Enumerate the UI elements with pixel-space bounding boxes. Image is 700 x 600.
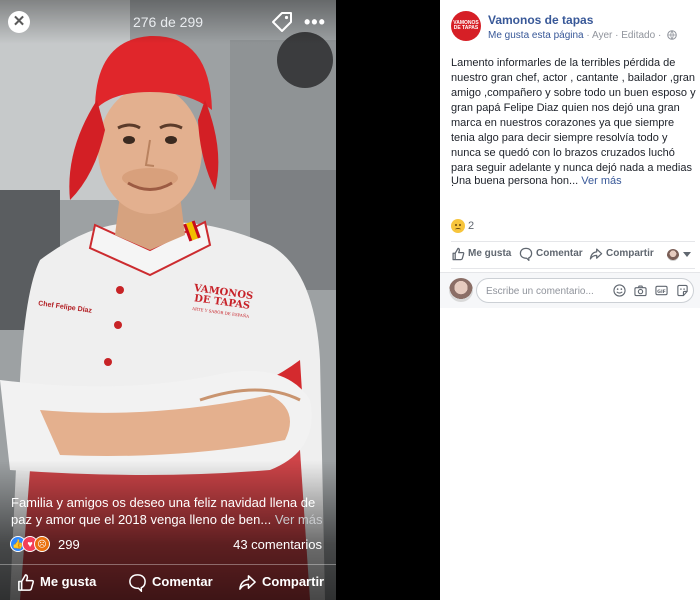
meta-separator: ·: [583, 30, 592, 41]
thumbs-up-icon: [452, 247, 465, 261]
post-share-label: Compartir: [606, 248, 654, 259]
post-body-truncated: Una buena persona hon... Ver más: [451, 174, 697, 189]
viewer-comments-count[interactable]: 43 comentarios: [233, 537, 322, 552]
photo-caption: Familia y amigos os deseo una feliz navi…: [11, 494, 329, 528]
sticker-icon[interactable]: [676, 284, 689, 297]
reaction-audience-selector[interactable]: [665, 248, 695, 262]
like-page-link[interactable]: Me gusta esta página: [488, 30, 584, 41]
share-icon: [239, 575, 256, 590]
viewer-top-bar: ✕ 276 de 299 •••: [0, 0, 336, 44]
viewer-separator: [336, 0, 440, 600]
camera-icon[interactable]: [634, 284, 647, 297]
comment-input[interactable]: [486, 284, 606, 298]
post-body: Lamento informarles de la terribles pérd…: [451, 57, 696, 189]
user-avatar[interactable]: [449, 278, 473, 302]
thumbs-up-icon: [18, 574, 34, 591]
post-like-label: Me gusta: [468, 248, 512, 259]
tag-icon[interactable]: [270, 10, 294, 34]
viewer-actions-bar: Me gusta Comentar Compartir: [0, 564, 336, 600]
share-icon: [589, 248, 603, 260]
comment-composer: GIF: [440, 272, 700, 308]
photo-viewer-app: Chef Felipe Díaz VAMONOS DE TAPAS ARTE Y…: [0, 0, 700, 600]
page-name-link[interactable]: Vamonos de tapas: [488, 13, 593, 27]
meta-separator-3: ·: [655, 30, 665, 41]
post-actions-bar: Me gusta Comentar Compartir: [451, 244, 695, 266]
viewer-share-label: Compartir: [262, 574, 325, 589]
gif-icon[interactable]: GIF: [655, 284, 668, 297]
viewer-like-label: Me gusta: [40, 574, 97, 589]
post-time[interactable]: Ayer: [592, 30, 612, 41]
svg-text:GIF: GIF: [657, 289, 666, 295]
post-body-2: Una buena persona hon...: [451, 175, 579, 187]
caption-see-more-link[interactable]: Ver más: [275, 512, 323, 527]
viewer-comment-label: Comentar: [152, 574, 213, 589]
divider-bottom: [451, 268, 695, 269]
comment-icon: [129, 574, 146, 592]
post-panel: VAMONOS DE TAPAS Vamonos de tapas Me gus…: [440, 0, 700, 600]
sad-reaction-icon: [451, 219, 465, 233]
post-meta: Me gusta esta página · Ayer · Editado ·: [488, 30, 677, 41]
see-more-link[interactable]: Ver más: [581, 175, 621, 187]
photo-caption-text: Familia y amigos os deseo una feliz navi…: [11, 495, 316, 527]
avatar-logo-bottom: DE TAPAS: [453, 25, 479, 31]
chevron-down-icon: [683, 252, 691, 257]
viewer-reaction-count[interactable]: 299: [58, 537, 80, 552]
page-avatar[interactable]: VAMONOS DE TAPAS: [451, 11, 481, 41]
emoji-icon[interactable]: [613, 284, 626, 297]
post-reaction-count: 2: [468, 220, 475, 232]
avatar-logo: VAMONOS DE TAPAS: [453, 21, 479, 31]
angry-reaction-icon: ☹: [34, 536, 50, 552]
photo-viewer: Chef Felipe Díaz VAMONOS DE TAPAS ARTE Y…: [0, 0, 336, 600]
viewer-reactions-row: 👍 ♥ ☹ 299 43 comentarios: [10, 536, 326, 554]
comment-input-box[interactable]: GIF: [476, 278, 694, 303]
post-comment-label: Comentar: [536, 248, 583, 259]
divider-top: [451, 241, 695, 242]
edited-label[interactable]: Editado: [621, 30, 655, 41]
more-options-icon[interactable]: •••: [304, 12, 326, 33]
comment-icon: [519, 247, 533, 261]
mini-avatar-icon: [667, 249, 679, 261]
meta-separator-2: ·: [612, 30, 622, 41]
globe-icon[interactable]: [667, 30, 677, 40]
